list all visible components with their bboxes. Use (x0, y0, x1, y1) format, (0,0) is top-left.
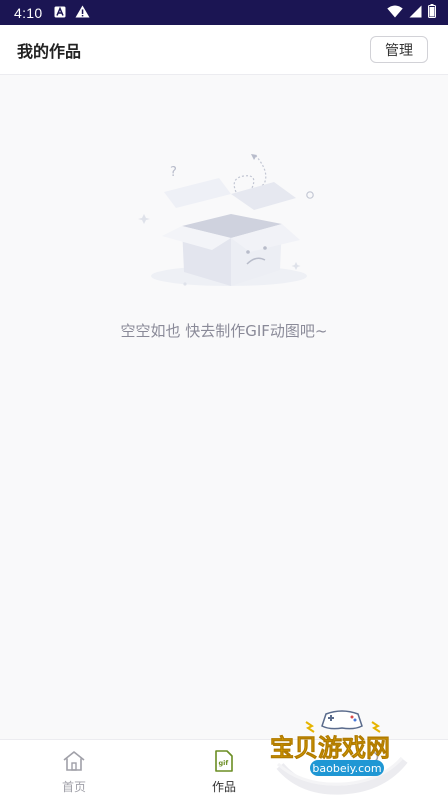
status-time: 4:10 (14, 4, 43, 21)
status-bar: 4:10 (0, 0, 448, 25)
site-watermark: baobeiy.com 宝贝游戏网 (262, 700, 422, 795)
empty-box-icon: ? (124, 148, 324, 298)
gif-file-icon: gif (214, 749, 234, 773)
empty-state-message: 空空如也 快去制作GIF动图吧~ (120, 322, 328, 340)
nav-works-label: 作品 (211, 780, 236, 794)
manage-button[interactable]: 管理 (370, 36, 428, 63)
battery-icon (428, 3, 436, 22)
svg-text:?: ? (170, 165, 177, 180)
warning-icon (75, 3, 90, 22)
page-title: 我的作品 (17, 41, 82, 61)
watermark-text: 宝贝游戏网 (270, 734, 390, 762)
watermark-url: baobeiy.com (312, 762, 381, 775)
nav-home-label: 首页 (61, 780, 86, 794)
status-right-icons (387, 3, 436, 22)
app-header: 我的作品 管理 (0, 25, 448, 75)
home-icon (62, 749, 86, 773)
nav-item-works[interactable]: gif 作品 (184, 740, 264, 798)
signal-icon (409, 3, 422, 22)
wifi-icon (387, 3, 403, 22)
notification-a-icon (54, 3, 66, 22)
status-left-icons (54, 3, 90, 22)
nav-item-home[interactable]: 首页 (34, 740, 114, 798)
svg-text:gif: gif (219, 759, 229, 767)
